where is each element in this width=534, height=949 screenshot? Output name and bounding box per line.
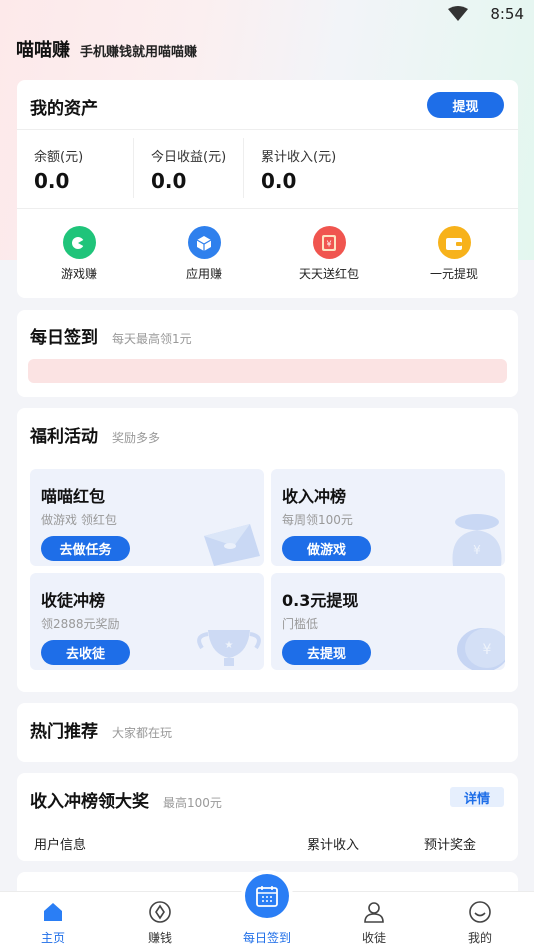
hot-title: 热门推荐 (30, 722, 98, 742)
app-name: 喵喵赚 (16, 40, 70, 61)
hot-subtitle: 大家都在玩 (112, 726, 173, 740)
assets-title: 我的资产 (30, 99, 98, 119)
tile-subtitle: 门槛低 (282, 617, 319, 631)
tab-earn[interactable]: 赚钱 (120, 892, 200, 946)
smile-icon (440, 898, 520, 926)
stat-value: 0.0 (151, 169, 187, 193)
quick-label: 游戏赚 (60, 267, 97, 281)
do-task-button[interactable]: 去做任务 (41, 536, 130, 561)
ranking-title: 收入冲榜领大奖 (30, 792, 149, 812)
quick-daily-red-envelope[interactable]: ¥ 天天送红包 (274, 226, 384, 282)
welfare-tile-income-ranking[interactable]: 收入冲榜 每周领100元 做游戏 ¥ (271, 469, 505, 566)
welfare-subtitle: 奖励多多 (112, 431, 161, 445)
tab-label: 主页 (40, 931, 65, 945)
quick-game-earn[interactable]: 游戏赚 (24, 226, 134, 282)
svg-text:¥: ¥ (473, 543, 481, 557)
withdraw-button[interactable]: 提现 (427, 92, 504, 118)
hot-card: 热门推荐 大家都在玩 (17, 703, 518, 762)
welfare-tile-recruit-ranking[interactable]: 收徒冲榜 领2888元奖励 去收徒 ★ (30, 573, 264, 670)
play-game-button[interactable]: 做游戏 (282, 536, 371, 561)
status-bar: 8:54 (0, 0, 534, 28)
quick-label: 天天送红包 (298, 267, 359, 281)
status-time: 8:54 (490, 5, 524, 23)
tile-title: 喵喵红包 (41, 487, 106, 506)
tile-subtitle: 每周领100元 (282, 513, 353, 527)
tile-title: 收入冲榜 (282, 487, 347, 506)
red-envelope-icon: ¥ (312, 226, 346, 259)
quick-label: 一元提现 (429, 267, 478, 281)
app-slogan: 手机赚钱就用喵喵赚 (80, 45, 198, 60)
welfare-card: 福利活动 奖励多多 喵喵红包 做游戏 领红包 去做任务 收入冲榜 每周领100元… (17, 408, 518, 692)
cube-icon (187, 226, 221, 259)
recruit-button[interactable]: 去收徒 (41, 640, 130, 665)
divider (17, 129, 518, 130)
divider (17, 208, 518, 209)
stat-value: 0.0 (261, 169, 297, 193)
quick-one-yuan-withdraw[interactable]: 一元提现 (399, 226, 509, 282)
welfare-tile-withdraw[interactable]: 0.3元提现 门槛低 去提现 ¥ (271, 573, 505, 670)
checkin-progress-bar[interactable] (28, 359, 507, 383)
stat-label: 今日收益(元) (151, 150, 227, 165)
quick-app-earn[interactable]: 应用赚 (149, 226, 259, 282)
go-withdraw-button[interactable]: 去提现 (282, 640, 371, 665)
stat-label: 累计收入(元) (261, 150, 337, 165)
tile-title: 收徒冲榜 (41, 591, 106, 610)
welfare-tile-red-packet[interactable]: 喵喵红包 做游戏 领红包 去做任务 (30, 469, 264, 566)
stat-label: 余额(元) (34, 150, 84, 165)
column-header: 累计收入 (307, 838, 360, 853)
divider (133, 138, 134, 198)
tab-home[interactable]: 主页 (13, 892, 93, 946)
gamepad-icon (62, 226, 96, 259)
tab-recruit[interactable]: 收徒 (334, 892, 414, 946)
ranking-subtitle: 最高100元 (163, 796, 222, 810)
svg-text:¥: ¥ (483, 642, 492, 658)
wallet-icon (437, 226, 471, 259)
quick-label: 应用赚 (185, 267, 222, 281)
envelope-icon (204, 524, 260, 566)
svg-text:★: ★ (225, 640, 234, 651)
tab-label: 收徒 (361, 931, 386, 945)
brand-header: 喵喵赚 手机赚钱就用喵喵赚 (16, 36, 197, 62)
checkin-card: 每日签到 每天最高领1元 (17, 310, 518, 397)
money-bag-icon: ¥ (452, 514, 502, 566)
daily-checkin-center-button[interactable] (245, 874, 289, 918)
column-header: 用户信息 (34, 838, 87, 853)
ranking-detail-button[interactable]: 详情 (450, 787, 504, 807)
svg-text:¥: ¥ (326, 239, 331, 248)
column-header: 预计奖金 (424, 838, 477, 853)
stat-total-income: 累计收入(元) 0.0 (261, 146, 336, 193)
checkin-title: 每日签到 (30, 328, 98, 348)
compass-icon (120, 898, 200, 926)
stat-balance: 余额(元) 0.0 (34, 146, 83, 193)
calendar-icon (256, 886, 278, 907)
divider (243, 138, 244, 198)
tile-subtitle: 做游戏 领红包 (41, 513, 117, 527)
tab-label: 赚钱 (147, 931, 172, 945)
stat-value: 0.0 (34, 169, 70, 193)
tile-title: 0.3元提现 (282, 591, 359, 610)
wifi-icon (448, 6, 468, 26)
person-icon (334, 898, 414, 926)
tile-subtitle: 领2888元奖励 (41, 617, 120, 631)
tab-label: 每日签到 (242, 931, 291, 945)
checkin-subtitle: 每天最高领1元 (112, 332, 192, 346)
assets-card: 我的资产 提现 余额(元) 0.0 今日收益(元) 0.0 累计收入(元) 0.… (17, 80, 518, 298)
stat-today-earnings: 今日收益(元) 0.0 (151, 146, 226, 193)
trophy-icon: ★ (197, 630, 261, 666)
tab-label: 我的 (467, 931, 492, 945)
ranking-card: 收入冲榜领大奖 最高100元 详情 用户信息 累计收入 预计奖金 (17, 773, 518, 861)
coin-icon: ¥ (457, 628, 505, 670)
home-icon (13, 898, 93, 926)
welfare-title: 福利活动 (30, 427, 98, 447)
tab-mine[interactable]: 我的 (440, 892, 520, 946)
